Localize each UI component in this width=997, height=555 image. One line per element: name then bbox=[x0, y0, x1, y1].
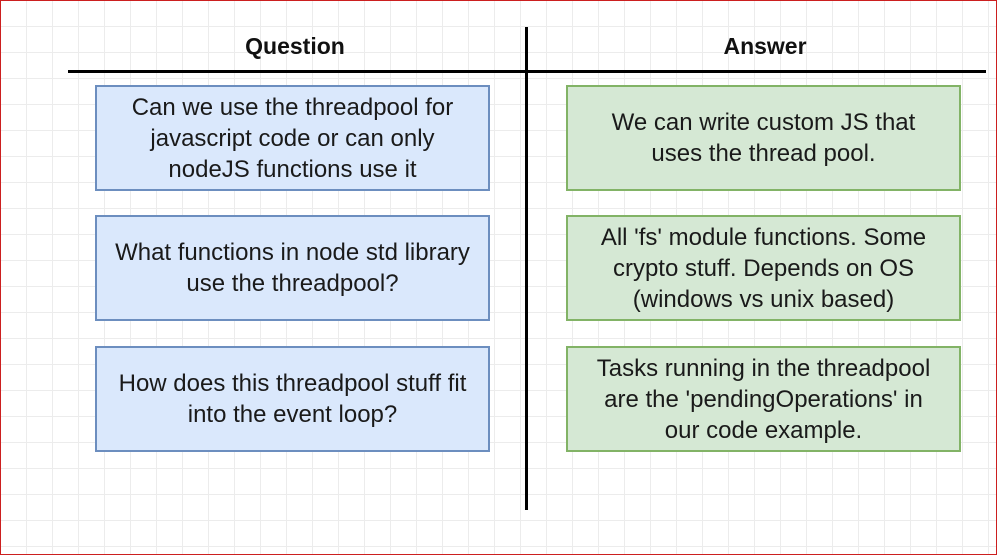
question-card-1: Can we use the threadpool for javascript… bbox=[95, 85, 490, 191]
answer-text-3: Tasks running in the threadpool are the … bbox=[596, 354, 931, 444]
answer-card-1: We can write custom JS that uses the thr… bbox=[566, 85, 961, 191]
question-text-1: Can we use the threadpool for javascript… bbox=[131, 93, 454, 183]
question-card-2: What functions in node std library use t… bbox=[95, 215, 490, 321]
column-divider-line bbox=[525, 27, 528, 510]
answer-card-2: All 'fs' module functions. Some crypto s… bbox=[566, 215, 961, 321]
answer-card-3: Tasks running in the threadpool are the … bbox=[566, 346, 961, 452]
question-text-3: How does this threadpool stuff fit into … bbox=[118, 370, 467, 428]
question-text-2: What functions in node std library use t… bbox=[115, 239, 470, 297]
question-column-header: Question bbox=[245, 33, 345, 59]
answer-text-2: All 'fs' module functions. Some crypto s… bbox=[600, 223, 927, 313]
question-card-3: How does this threadpool stuff fit into … bbox=[95, 346, 490, 452]
answer-column-header: Answer bbox=[723, 33, 807, 59]
answer-text-1: We can write custom JS that uses the thr… bbox=[611, 109, 916, 167]
